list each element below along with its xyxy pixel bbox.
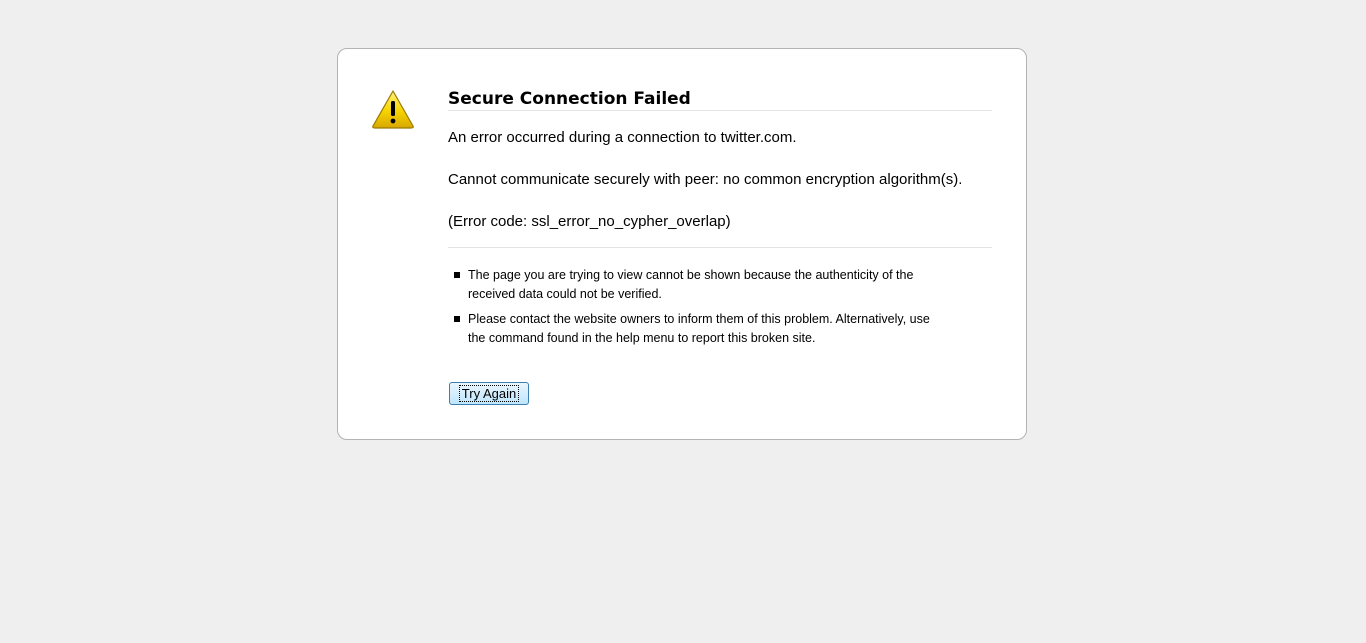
warning-icon [372, 90, 414, 129]
divider [448, 247, 992, 248]
error-message: An error occurred during a connection to… [448, 129, 797, 146]
error-detail: Cannot communicate securely with peer: n… [448, 171, 963, 188]
long-description: The page you are trying to view cannot b… [448, 266, 992, 348]
try-again-label: Try Again [458, 385, 520, 402]
bullet-icon [454, 272, 460, 278]
list-item-text: Please contact the website owners to inf… [468, 312, 930, 345]
short-description: An error occurred during a connection to… [448, 129, 992, 231]
list-item: The page you are trying to view cannot b… [448, 266, 948, 304]
list-item: Please contact the website owners to inf… [448, 310, 948, 348]
error-code: (Error code: ssl_error_no_cypher_overlap… [448, 213, 731, 230]
error-box: Secure Connection Failed An error occurr… [337, 48, 1027, 440]
error-title: Secure Connection Failed [448, 89, 992, 111]
list-item-text: The page you are trying to view cannot b… [468, 268, 914, 301]
try-again-button[interactable]: Try Again [449, 382, 529, 405]
bullet-icon [454, 316, 460, 322]
error-content: Secure Connection Failed An error occurr… [448, 89, 992, 354]
